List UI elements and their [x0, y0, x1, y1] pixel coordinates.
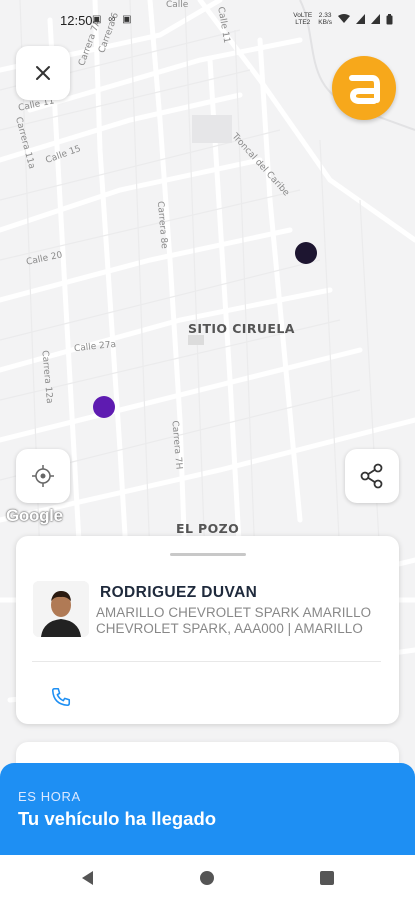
recents-button[interactable]: [318, 869, 336, 887]
speed-indicator: 2.33 KB/s: [318, 12, 332, 26]
navigation-bar: [0, 855, 415, 900]
driver-avatar: [33, 581, 89, 637]
area-label-el-pozo: EL POZO: [176, 521, 240, 536]
wifi-icon: [338, 14, 350, 23]
area-label-sitio-ciruela: SITIO CIRUELA: [188, 321, 295, 336]
destination-marker[interactable]: [295, 242, 317, 264]
status-right-icons: VoLTE LTE2 2.33 KB/s: [293, 12, 393, 26]
brand-logo-icon: [349, 75, 380, 104]
vehicle-description: AMARILLO CHEVROLET SPARK AMARILLO CHEVRO…: [96, 605, 372, 636]
back-icon: [82, 871, 93, 885]
phone-icon: [51, 687, 71, 707]
signal-icon: [371, 14, 380, 24]
map-view[interactable]: Calle Calle 11 Carrera 7A Carrera 6 Call…: [0, 0, 415, 860]
drag-handle[interactable]: [170, 553, 246, 556]
google-logo: Google: [6, 506, 63, 525]
call-driver-button[interactable]: [46, 682, 76, 712]
signal-icon: [356, 14, 365, 24]
home-icon: [200, 871, 214, 885]
notification-icons: ▣ ∞ ▣: [92, 14, 134, 25]
banner-title: Tu vehículo ha llegado: [18, 808, 217, 829]
battery-icon: [386, 13, 393, 24]
my-location-button[interactable]: [16, 449, 70, 503]
back-button[interactable]: [79, 869, 97, 887]
status-time: 12:50: [60, 13, 93, 28]
divider: [32, 661, 381, 662]
vehicle-marker[interactable]: [93, 396, 115, 418]
status-bar: 12:50 ▣ ∞ ▣ VoLTE LTE2 2.33 KB/s: [0, 0, 415, 40]
share-icon: [360, 463, 383, 489]
recents-icon: [320, 871, 334, 885]
crosshair-icon: [32, 465, 54, 487]
arrival-banner: ES HORA Tu vehículo ha llegado: [0, 763, 415, 855]
brand-logo: [332, 56, 396, 120]
driver-card[interactable]: RODRIGUEZ DUVAN AMARILLO CHEVROLET SPARK…: [16, 536, 399, 724]
close-button[interactable]: [16, 46, 70, 100]
share-button[interactable]: [345, 449, 399, 503]
home-button[interactable]: [198, 869, 216, 887]
close-icon: [36, 66, 50, 80]
banner-kicker: ES HORA: [18, 789, 81, 804]
network-indicator: VoLTE LTE2: [293, 12, 313, 26]
driver-name: RODRIGUEZ DUVAN: [100, 584, 258, 601]
street-grid: [0, 0, 415, 703]
